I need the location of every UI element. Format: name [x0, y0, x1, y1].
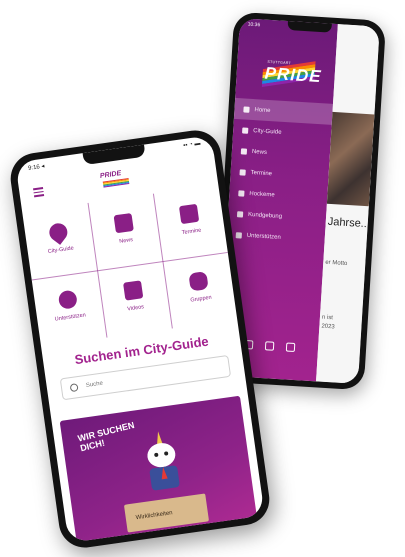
front-status-icons: ▪▪ ◔ ▬: [182, 140, 201, 150]
menu-item-label: City-Guide: [253, 127, 282, 136]
tile-videos[interactable]: Videos: [97, 261, 172, 338]
pride-logo: STUTTGART PRIDE: [257, 49, 323, 97]
news-subline: er Motto: [325, 259, 348, 268]
tile-label: News: [118, 237, 134, 245]
tile-gruppen[interactable]: Gruppen: [162, 252, 237, 329]
front-notch: [82, 144, 146, 166]
tile-grid: City-Guide News Termine Unterstützen Vid…: [22, 185, 237, 347]
calendar-icon: [178, 203, 200, 225]
location-pin-icon: [242, 126, 249, 134]
tile-unterstuetzen[interactable]: Unterstützen: [32, 270, 107, 347]
app-logo: PRIDE: [100, 169, 134, 191]
app-logo-stripes: [102, 178, 130, 188]
social-links: [243, 339, 296, 353]
menu-item-label: Termine: [250, 169, 273, 177]
heart-hand-icon: [235, 231, 242, 239]
tile-label: Termine: [181, 227, 202, 237]
menu-list: Home City-Guide News Termine Hockeme Kun…: [226, 97, 333, 251]
menu-item-label: Home: [254, 106, 271, 114]
search-icon: [69, 383, 79, 393]
newspaper-icon: [240, 147, 248, 155]
newspaper-icon: [113, 212, 134, 234]
heart-hand-icon: [57, 289, 78, 310]
group-icon: [188, 271, 209, 292]
promo-banner[interactable]: WIR SUCHEN DICH! Wirklichkeiten: [59, 395, 258, 543]
person-icon: [238, 189, 245, 197]
menu-item-label: News: [251, 148, 268, 156]
home-icon: [243, 105, 250, 113]
menu-item-label: Hockeme: [249, 190, 275, 198]
megaphone-icon: [236, 210, 244, 218]
front-status-time: 9:16 ◂: [27, 163, 45, 172]
hamburger-menu-icon[interactable]: [33, 187, 45, 199]
tile-label: Gruppen: [190, 294, 213, 304]
video-icon: [123, 280, 144, 301]
pride-logo-word: PRIDE: [264, 63, 323, 87]
tile-label: Unterstützen: [54, 312, 87, 323]
tile-label: City-Guide: [47, 245, 75, 255]
news-headline: Jahrse..: [327, 215, 368, 231]
news-photo: [326, 111, 375, 207]
menu-item-label: Kundgebung: [247, 211, 283, 220]
menu-item-label: Unterstützen: [246, 232, 281, 241]
news-snippet: n ist 2023: [321, 314, 335, 333]
calendar-icon: [239, 168, 246, 176]
news-snippet-line2: 2023: [321, 323, 335, 331]
youtube-icon[interactable]: [285, 342, 296, 353]
tile-city-guide[interactable]: City-Guide: [22, 203, 97, 280]
news-snippet-line1: n ist: [321, 314, 334, 322]
banner-headline: WIR SUCHEN DICH!: [76, 419, 136, 454]
tile-label: Videos: [126, 304, 145, 313]
location-pin-icon: [45, 219, 71, 245]
back-status-time: 10:36: [247, 21, 261, 29]
unicorn-mascot-icon: [147, 431, 180, 491]
instagram-icon[interactable]: [264, 341, 275, 351]
tile-termine[interactable]: Termine: [153, 185, 228, 262]
tile-news[interactable]: News: [88, 194, 163, 271]
search-input[interactable]: [83, 365, 208, 391]
